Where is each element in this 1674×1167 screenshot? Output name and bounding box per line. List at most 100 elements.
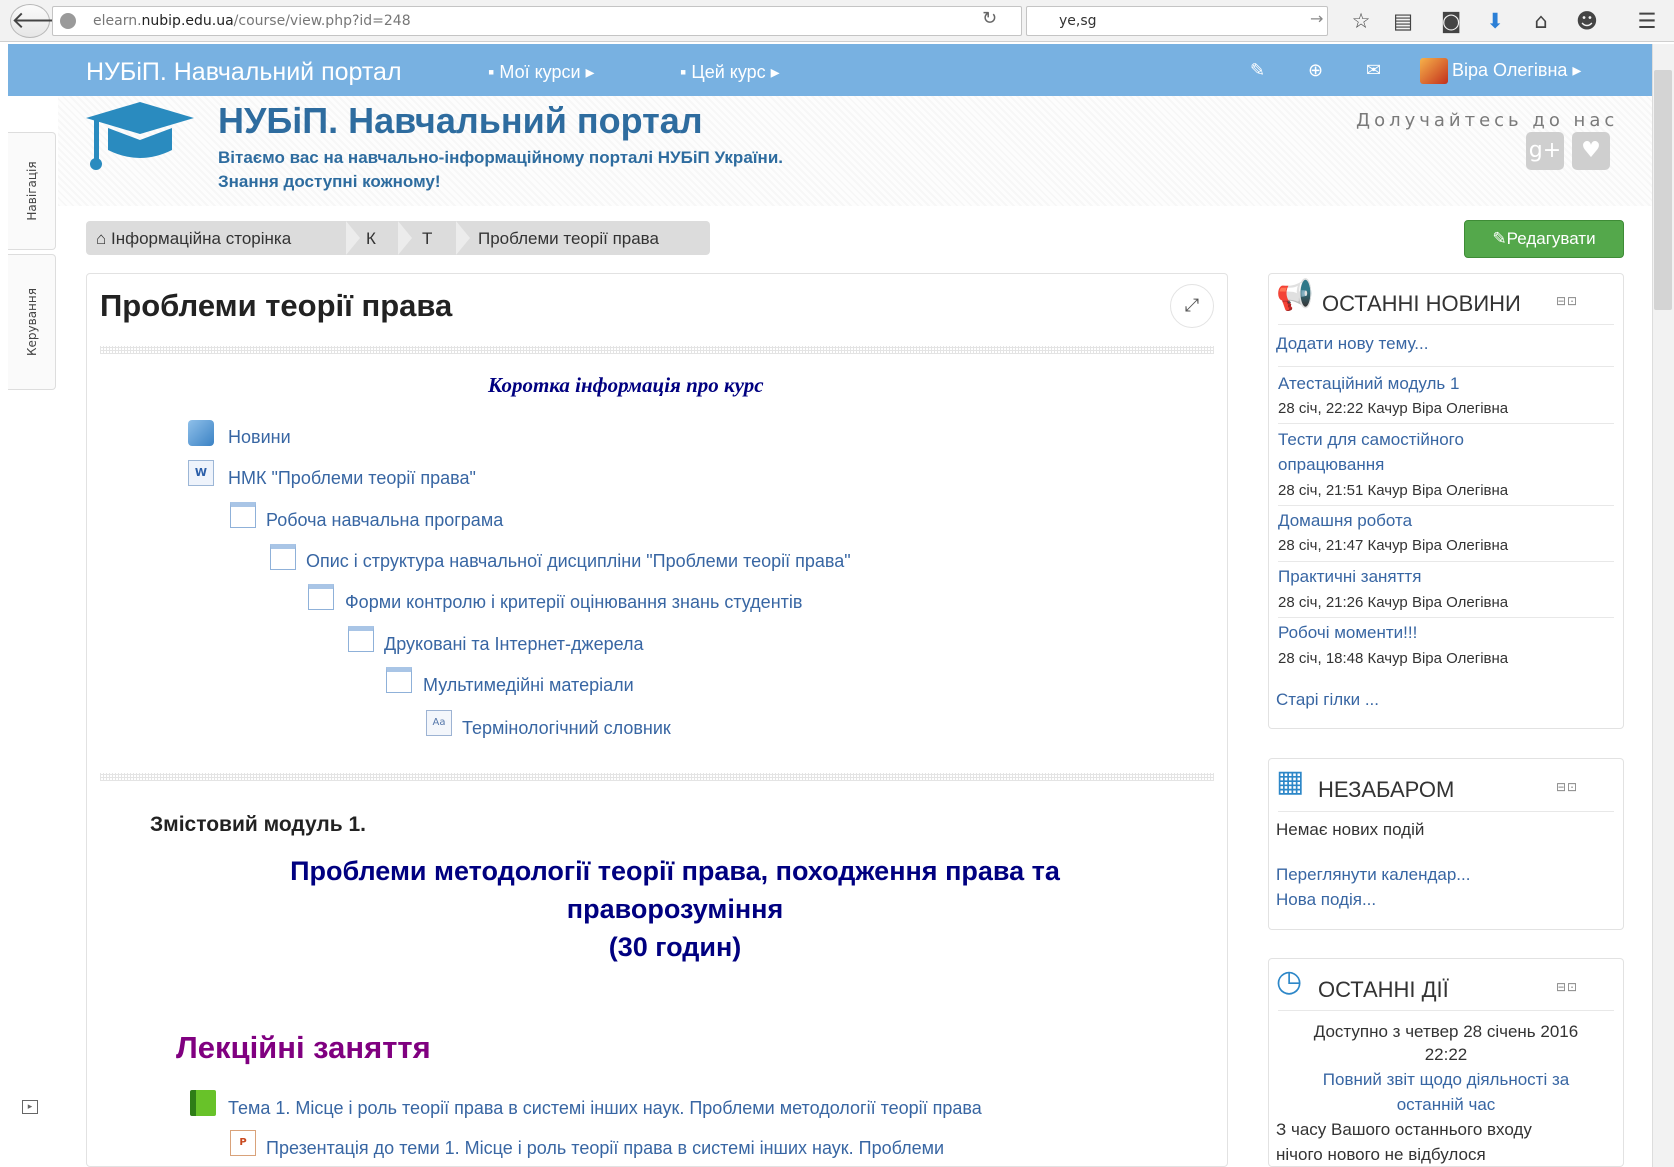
glossary-icon: Aa bbox=[426, 710, 452, 736]
go-to-calendar-link[interactable]: Переглянути календар... bbox=[1276, 865, 1470, 885]
breadcrumb-separator bbox=[398, 221, 412, 255]
block-collapse-icon[interactable]: ⊟⊡ bbox=[1556, 780, 1578, 794]
clock-icon: ◷ bbox=[1276, 964, 1303, 999]
logo-graduation-cap-icon bbox=[86, 102, 194, 170]
new-event-link[interactable]: Нова подія... bbox=[1276, 890, 1376, 910]
breadcrumb-k[interactable]: К bbox=[366, 229, 376, 249]
navigation-drawer-tab[interactable]: Навігація bbox=[8, 132, 56, 250]
avatar[interactable] bbox=[1420, 58, 1448, 84]
slogan-text: Знання доступні кожному! bbox=[218, 172, 441, 191]
user-menu[interactable]: Віра Олегівна ▸ bbox=[1452, 60, 1581, 81]
messages-icon[interactable]: ✉ bbox=[1366, 60, 1381, 81]
social-heart-icon[interactable]: ♥ bbox=[1572, 132, 1610, 170]
activity-since-time: 22:22 bbox=[1424, 1045, 1468, 1064]
activity-link[interactable]: Робоча навчальна програма bbox=[266, 510, 503, 531]
news-item-title[interactable]: Домашня робота bbox=[1278, 511, 1412, 531]
breadcrumb-separator bbox=[456, 221, 470, 255]
address-bar[interactable]: elearn.nubip.edu.ua/course/view.php?id=2… bbox=[52, 6, 1022, 36]
page-icon bbox=[230, 502, 256, 528]
reading-list-icon[interactable]: ▤ bbox=[1386, 6, 1420, 36]
activity-link[interactable]: Презентація до теми 1. Місце і роль теор… bbox=[266, 1138, 944, 1159]
block-divider bbox=[1278, 811, 1614, 812]
breadcrumb-current[interactable]: Проблеми теорії права bbox=[478, 229, 659, 249]
presentation-file-icon: P bbox=[230, 1130, 256, 1156]
activity-link[interactable]: Друковані та Інтернет-джерела bbox=[384, 634, 644, 655]
news-item-title[interactable]: Атестаційний модуль 1 bbox=[1278, 374, 1459, 394]
edit-icon[interactable]: ✎ bbox=[1250, 60, 1265, 81]
page-title: Проблеми теорії права bbox=[100, 288, 453, 323]
join-us-label: Долучайтесь до нас bbox=[1356, 110, 1619, 131]
forum-icon bbox=[188, 420, 214, 446]
browser-search-input[interactable]: ye,sg bbox=[1026, 6, 1328, 36]
calendar-icon: ▦ bbox=[1276, 764, 1305, 799]
download-icon[interactable]: ⬇ bbox=[1478, 6, 1512, 36]
site-identity-icon[interactable] bbox=[60, 13, 76, 29]
full-report-link[interactable]: останній час bbox=[1268, 1095, 1624, 1115]
no-events-text: Немає нових подій bbox=[1276, 820, 1425, 839]
activity-link[interactable]: Мультимедійні матеріали bbox=[423, 675, 634, 696]
back-button[interactable]: 🡐 bbox=[10, 4, 75, 38]
section-divider bbox=[100, 773, 1214, 781]
fullscreen-toggle-icon[interactable]: ⤢ bbox=[1170, 284, 1214, 328]
book-icon bbox=[190, 1090, 216, 1116]
navbar-brand[interactable]: НУБіП. Навчальний портал bbox=[86, 58, 402, 87]
activity-link[interactable]: НМК "Проблеми теорії права" bbox=[228, 468, 476, 489]
notifications-icon[interactable]: ⊕ bbox=[1308, 60, 1323, 81]
url-host: nubip.edu.ua bbox=[141, 13, 234, 29]
breadcrumb-home[interactable]: ⌂ Інформаційна сторінка bbox=[96, 229, 291, 249]
full-report-link[interactable]: Повний звіт щодо діяльності за bbox=[1268, 1070, 1624, 1090]
block-collapse-icon[interactable]: ⊟⊡ bbox=[1556, 294, 1578, 308]
news-item-meta: 28 січ, 21:47 Качур Віра Олегівна bbox=[1278, 537, 1509, 554]
activity-link[interactable]: Новини bbox=[228, 427, 291, 448]
section-divider bbox=[100, 346, 1214, 354]
page-icon bbox=[270, 544, 296, 570]
nothing-new-text: нічого нового не відбулося bbox=[1276, 1145, 1486, 1164]
older-topics-link[interactable]: Старі гілки ... bbox=[1276, 690, 1379, 710]
chat-icon[interactable]: ☻ bbox=[1570, 6, 1604, 36]
block-collapse-icon[interactable]: ⊟⊡ bbox=[1556, 980, 1578, 994]
this-course-menu[interactable]: ▪ Цей курс ▸ bbox=[680, 62, 780, 83]
lectures-heading: Лекційні заняття bbox=[176, 1030, 431, 1065]
add-topic-link[interactable]: Додати нову тему... bbox=[1276, 334, 1428, 354]
news-item-meta: 28 січ, 22:22 Качур Віра Олегівна bbox=[1278, 400, 1509, 417]
site-title: НУБіП. Навчальний портал bbox=[218, 100, 703, 141]
search-go-icon[interactable]: → bbox=[1310, 9, 1323, 28]
activity-link[interactable]: Опис і структура навчальної дисципліни "… bbox=[306, 551, 851, 572]
news-item-title[interactable]: Тести для самостійного bbox=[1278, 430, 1464, 450]
news-block-title: ОСТАННІ НОВИНИ bbox=[1322, 291, 1521, 316]
pocket-icon[interactable]: ◙ bbox=[1434, 6, 1468, 36]
news-item-meta: 28 січ, 21:51 Качур Віра Олегівна bbox=[1278, 482, 1509, 499]
activity-link[interactable]: Тема 1. Місце і роль теорії права в сист… bbox=[228, 1098, 982, 1119]
scrollbar-thumb[interactable] bbox=[1654, 70, 1672, 310]
megaphone-icon: 📢 bbox=[1276, 278, 1314, 313]
block-divider bbox=[1278, 324, 1614, 325]
welcome-text: Вітаємо вас на навчально-інформаційному … bbox=[218, 148, 783, 167]
home-icon[interactable]: ⌂ bbox=[1524, 6, 1558, 36]
edit-button[interactable]: ✎Редагувати bbox=[1464, 220, 1624, 258]
module-title: Проблеми методології теорії права, поход… bbox=[290, 856, 1060, 962]
news-item-title[interactable]: Практичні заняття bbox=[1278, 567, 1421, 587]
administration-drawer-tab[interactable]: Керування bbox=[8, 254, 56, 390]
bookmark-star-icon[interactable]: ☆ bbox=[1344, 6, 1378, 36]
reload-icon[interactable]: ↻ bbox=[982, 8, 997, 29]
activity-link[interactable]: Форми контролю і критерії оцінювання зна… bbox=[345, 592, 802, 613]
block-divider bbox=[1278, 1010, 1614, 1011]
block-divider bbox=[1278, 366, 1614, 367]
my-courses-menu[interactable]: ▪ Мої курси ▸ bbox=[488, 62, 595, 83]
page-icon bbox=[386, 667, 412, 693]
block-divider bbox=[1278, 561, 1614, 562]
breadcrumb-t[interactable]: Т bbox=[422, 229, 432, 249]
menu-icon[interactable]: ☰ bbox=[1630, 6, 1664, 36]
news-item-title[interactable]: Робочі моменти!!! bbox=[1278, 623, 1417, 643]
dock-toggle-icon[interactable]: ▸ bbox=[22, 1100, 38, 1114]
news-item-title[interactable]: опрацювання bbox=[1278, 455, 1384, 475]
home-icon: ⌂ bbox=[96, 229, 111, 248]
news-item-meta: 28 січ, 18:48 Качур Віра Олегівна bbox=[1278, 650, 1509, 667]
recent-block-title: ОСТАННІ ДІЇ bbox=[1318, 977, 1449, 1002]
book-icon: ▪ bbox=[680, 62, 692, 82]
block-divider bbox=[1278, 505, 1614, 506]
activity-link[interactable]: Термінологічний словник bbox=[462, 718, 671, 739]
google-plus-icon[interactable]: g+ bbox=[1526, 132, 1564, 170]
breadcrumb-separator bbox=[346, 221, 360, 255]
activity-since-text: Доступно з четвер 28 січень 2016 bbox=[1313, 1022, 1579, 1041]
